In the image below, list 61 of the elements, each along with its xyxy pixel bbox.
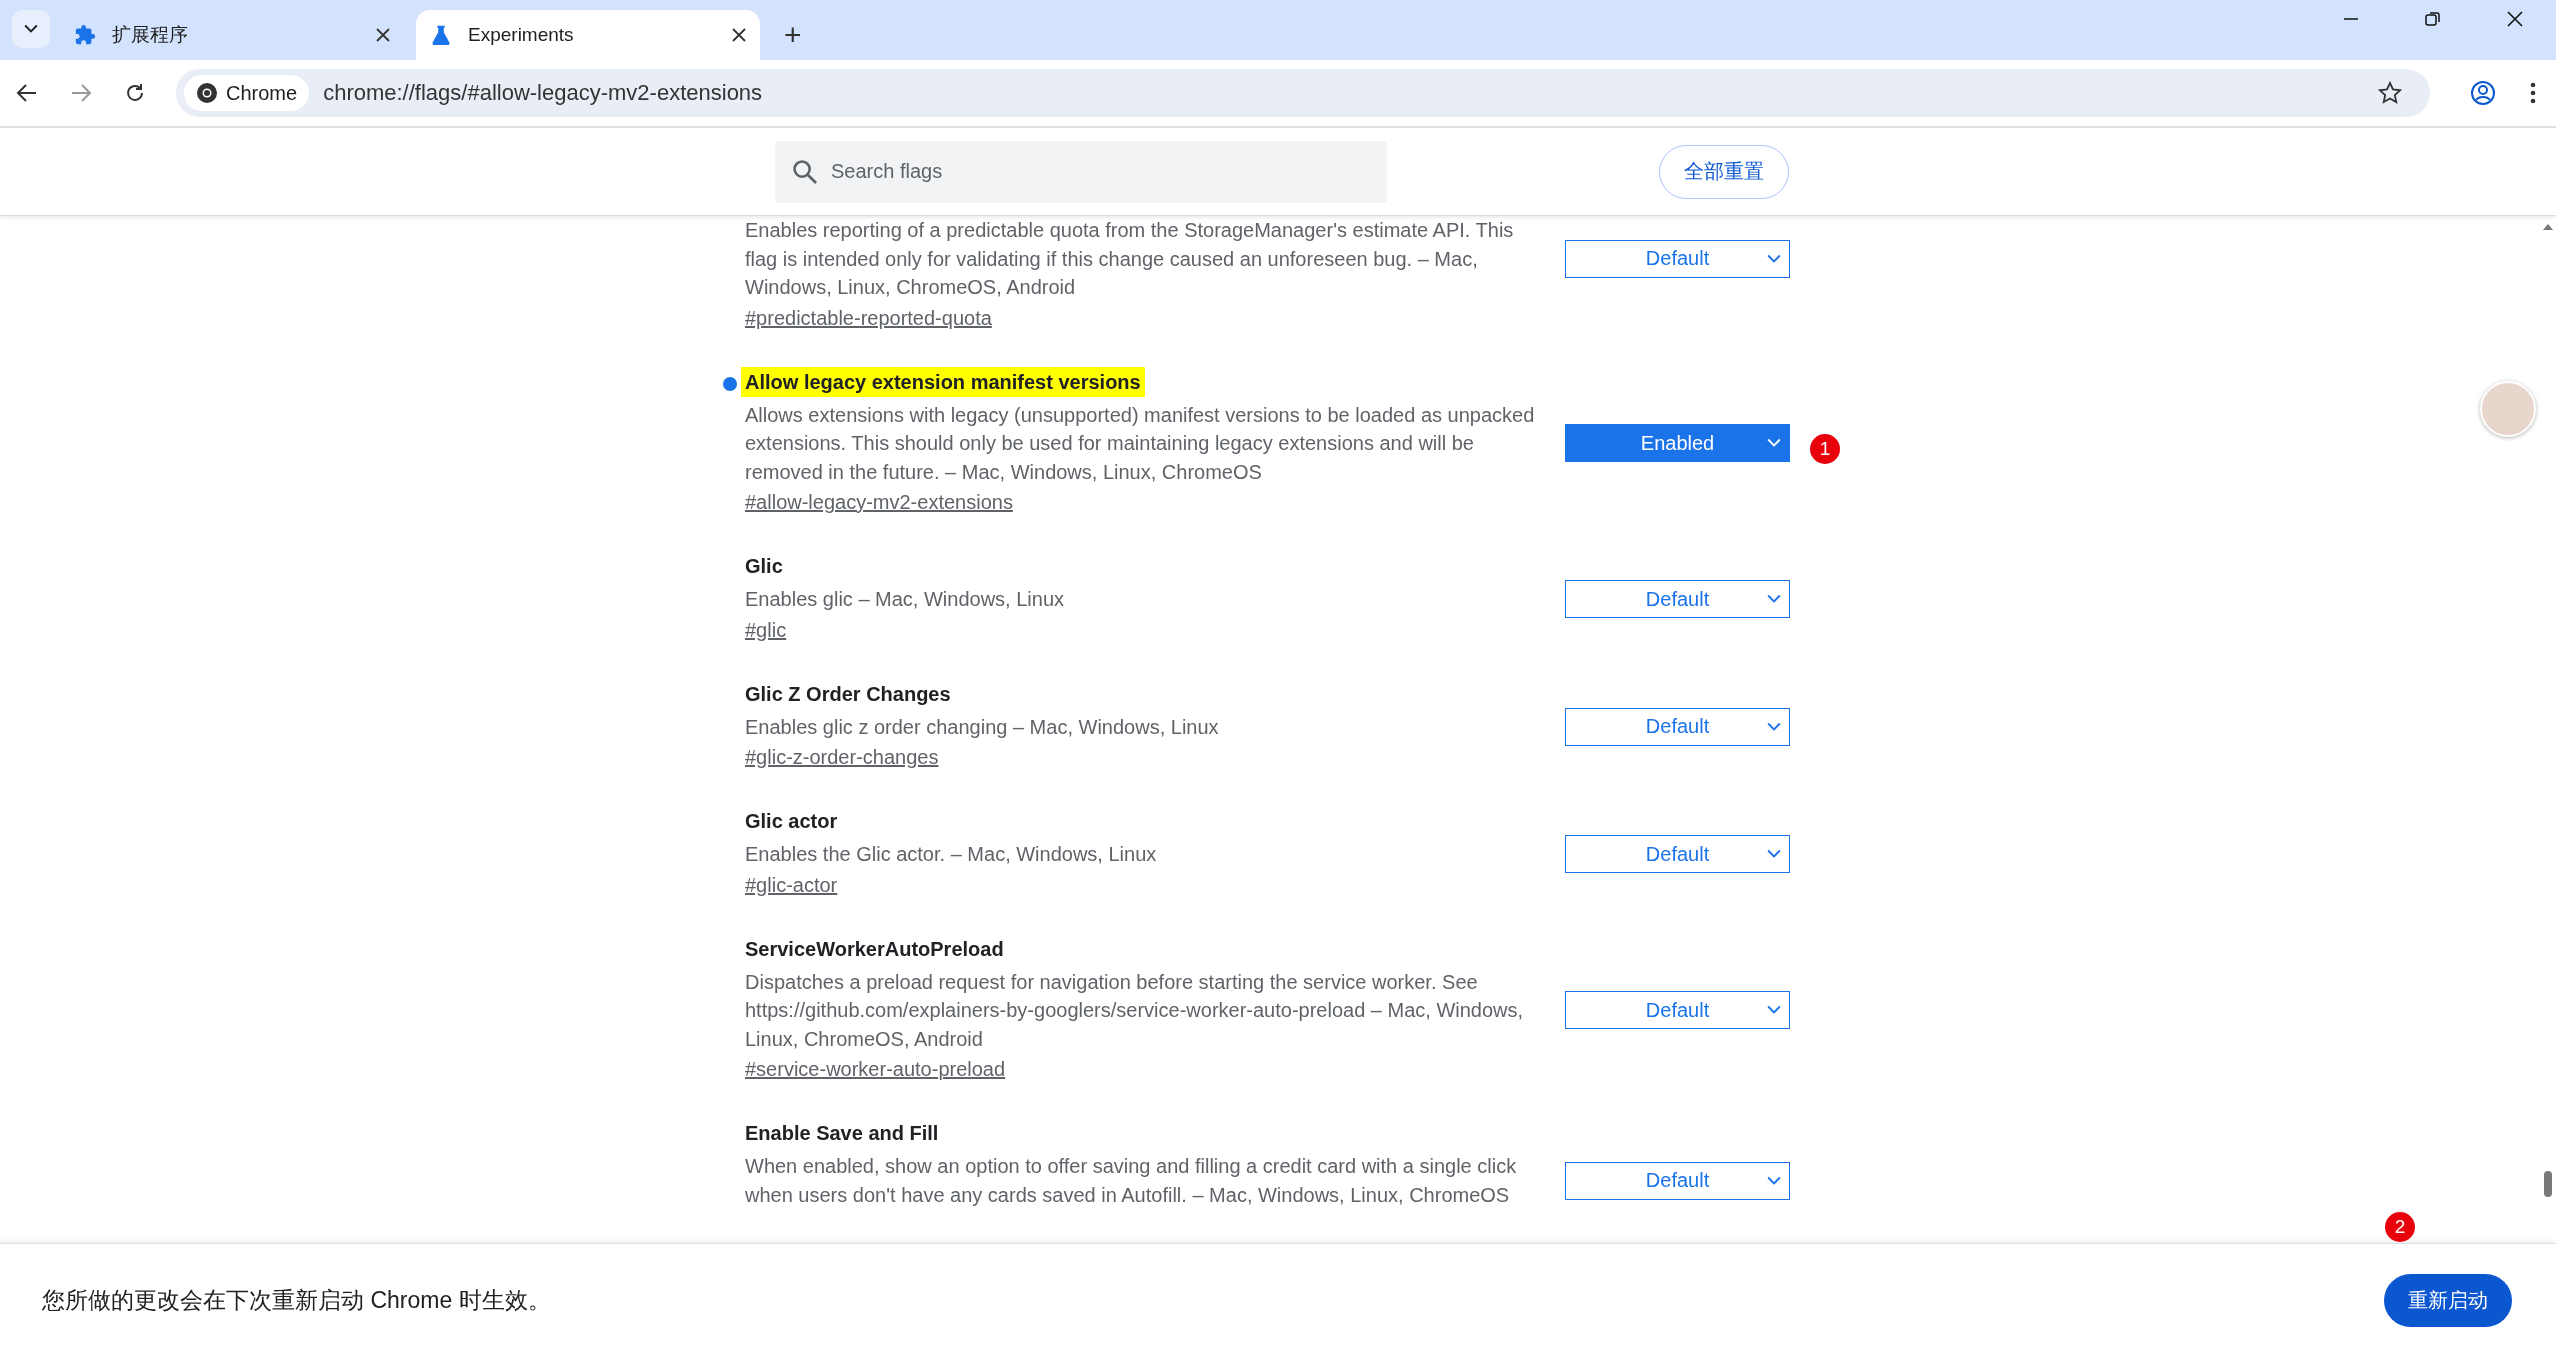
flag-state-dropdown[interactable]: Default [1565,835,1790,874]
flag-anchor-link[interactable]: #allow-legacy-mv2-extensions [745,486,1013,519]
flag-state-dropdown[interactable]: Enabled [1565,424,1790,463]
puzzle-icon [74,24,96,46]
flag-anchor-link[interactable]: #predictable-reported-quota [745,301,992,335]
restart-message: 您所做的更改会在下次重新启动 Chrome 时生效。 [42,1285,551,1315]
flag-description: When enabled, show an option to offer saving and filling a credit card with a single click when users don't have any cards saved in Autofill. – Mac, Windows, Linux, ChromeOS [745,1154,1518,1208]
flag-description: Enables glic – Mac, Windows, Linux [745,587,1066,612]
menu-icon[interactable] [2530,81,2536,105]
flag-title: ServiceWorkerAutoPreload [744,936,1005,962]
flag-title: Glic actor [744,809,839,834]
chevron-down-icon [24,24,38,34]
address-bar[interactable]: Chrome chrome://flags/#allow-legacy-mv2-extensions [176,69,2430,117]
annotation-badge: 2 [2385,1212,2415,1242]
back-arrow-icon [16,82,38,104]
flag-title: Enable Save and Fill [744,1121,940,1146]
browser-tab[interactable]: Experiments [416,10,760,60]
flag-anchor-link[interactable]: #glic-actor [745,868,838,902]
flag-description: Allows extensions with legacy (unsupported) manifest versions to be loaded as unpacked extensions. This should only be used for maintaining legacy extensions and will be removed in the future. – Mac, Windows, Linux, ChromeOS [745,402,1536,485]
forward-arrow-icon [70,82,92,104]
flag-state-dropdown[interactable]: Default [1565,707,1790,746]
bookmark-star-icon[interactable] [2378,81,2402,105]
reset-all-button[interactable]: 全部重置 [1659,144,1789,199]
flag-state-dropdown[interactable]: Default [1565,991,1790,1030]
url-text: chrome://flags/#allow-legacy-mv2-extensions [323,80,764,106]
site-info-chip[interactable]: Chrome [184,75,310,111]
flag-state-dropdown[interactable]: Default [1565,239,1790,278]
flag-anchor-link[interactable]: #glic [745,613,787,647]
close-icon[interactable] [732,28,746,42]
chevron-down-icon [1767,253,1781,264]
chevron-down-icon [1767,849,1781,860]
chevron-down-icon [1767,438,1781,449]
annotation-badge: 1 [1810,434,1840,465]
chevron-down-icon [1767,1175,1781,1186]
restore-icon[interactable] [2424,10,2442,28]
search-icon [791,157,819,186]
flag-description: Dispatches a preload request for navigation before starting the service worker. See https://github.com/explainers-by-googlers/service-worker-auto-preload – Mac, Windows, Linux, ChromeOS, Android [745,969,1525,1052]
chevron-down-icon [1767,1005,1781,1016]
flag-title: Glic Z Order Changes [744,681,952,707]
browser-tab[interactable]: 扩展程序 [60,10,404,60]
flag-anchor-link[interactable]: #service-worker-auto-preload [745,1053,1006,1086]
new-tab-button[interactable]: + [772,18,814,52]
flag-state-dropdown[interactable]: Default [1565,1161,1790,1200]
close-icon[interactable] [2506,10,2524,28]
close-icon[interactable] [376,28,390,42]
flask-icon [430,24,452,46]
flag-state-dropdown[interactable]: Default [1565,580,1790,619]
flag-anchor-link[interactable]: #glic-z-order-changes [745,741,939,774]
flag-title: Allow legacy extension manifest versions [741,366,1145,397]
search-field[interactable]: Search flags [775,140,1387,203]
flag-description: Enables glic z order changing – Mac, Windows, Linux [745,714,1220,740]
tab-search-button[interactable] [12,10,50,48]
chevron-down-icon [1767,594,1781,605]
profile-icon[interactable] [2470,80,2496,106]
restart-button[interactable]: 重新启动 [2384,1273,2512,1327]
reload-icon [124,82,146,104]
flag-description: Enables reporting of a predictable quota from the StorageManager's estimate API. This flag is intended only for validating if this change caused an unforeseen bug. – Mac, Windows, Linux, ChromeOS, Android [745,218,1515,300]
flag-description: Enables the Glic actor. – Mac, Windows, Linux [745,842,1158,867]
chrome-logo-icon [196,82,218,104]
chevron-down-icon [1767,721,1781,732]
flag-title: Glic [744,554,784,579]
